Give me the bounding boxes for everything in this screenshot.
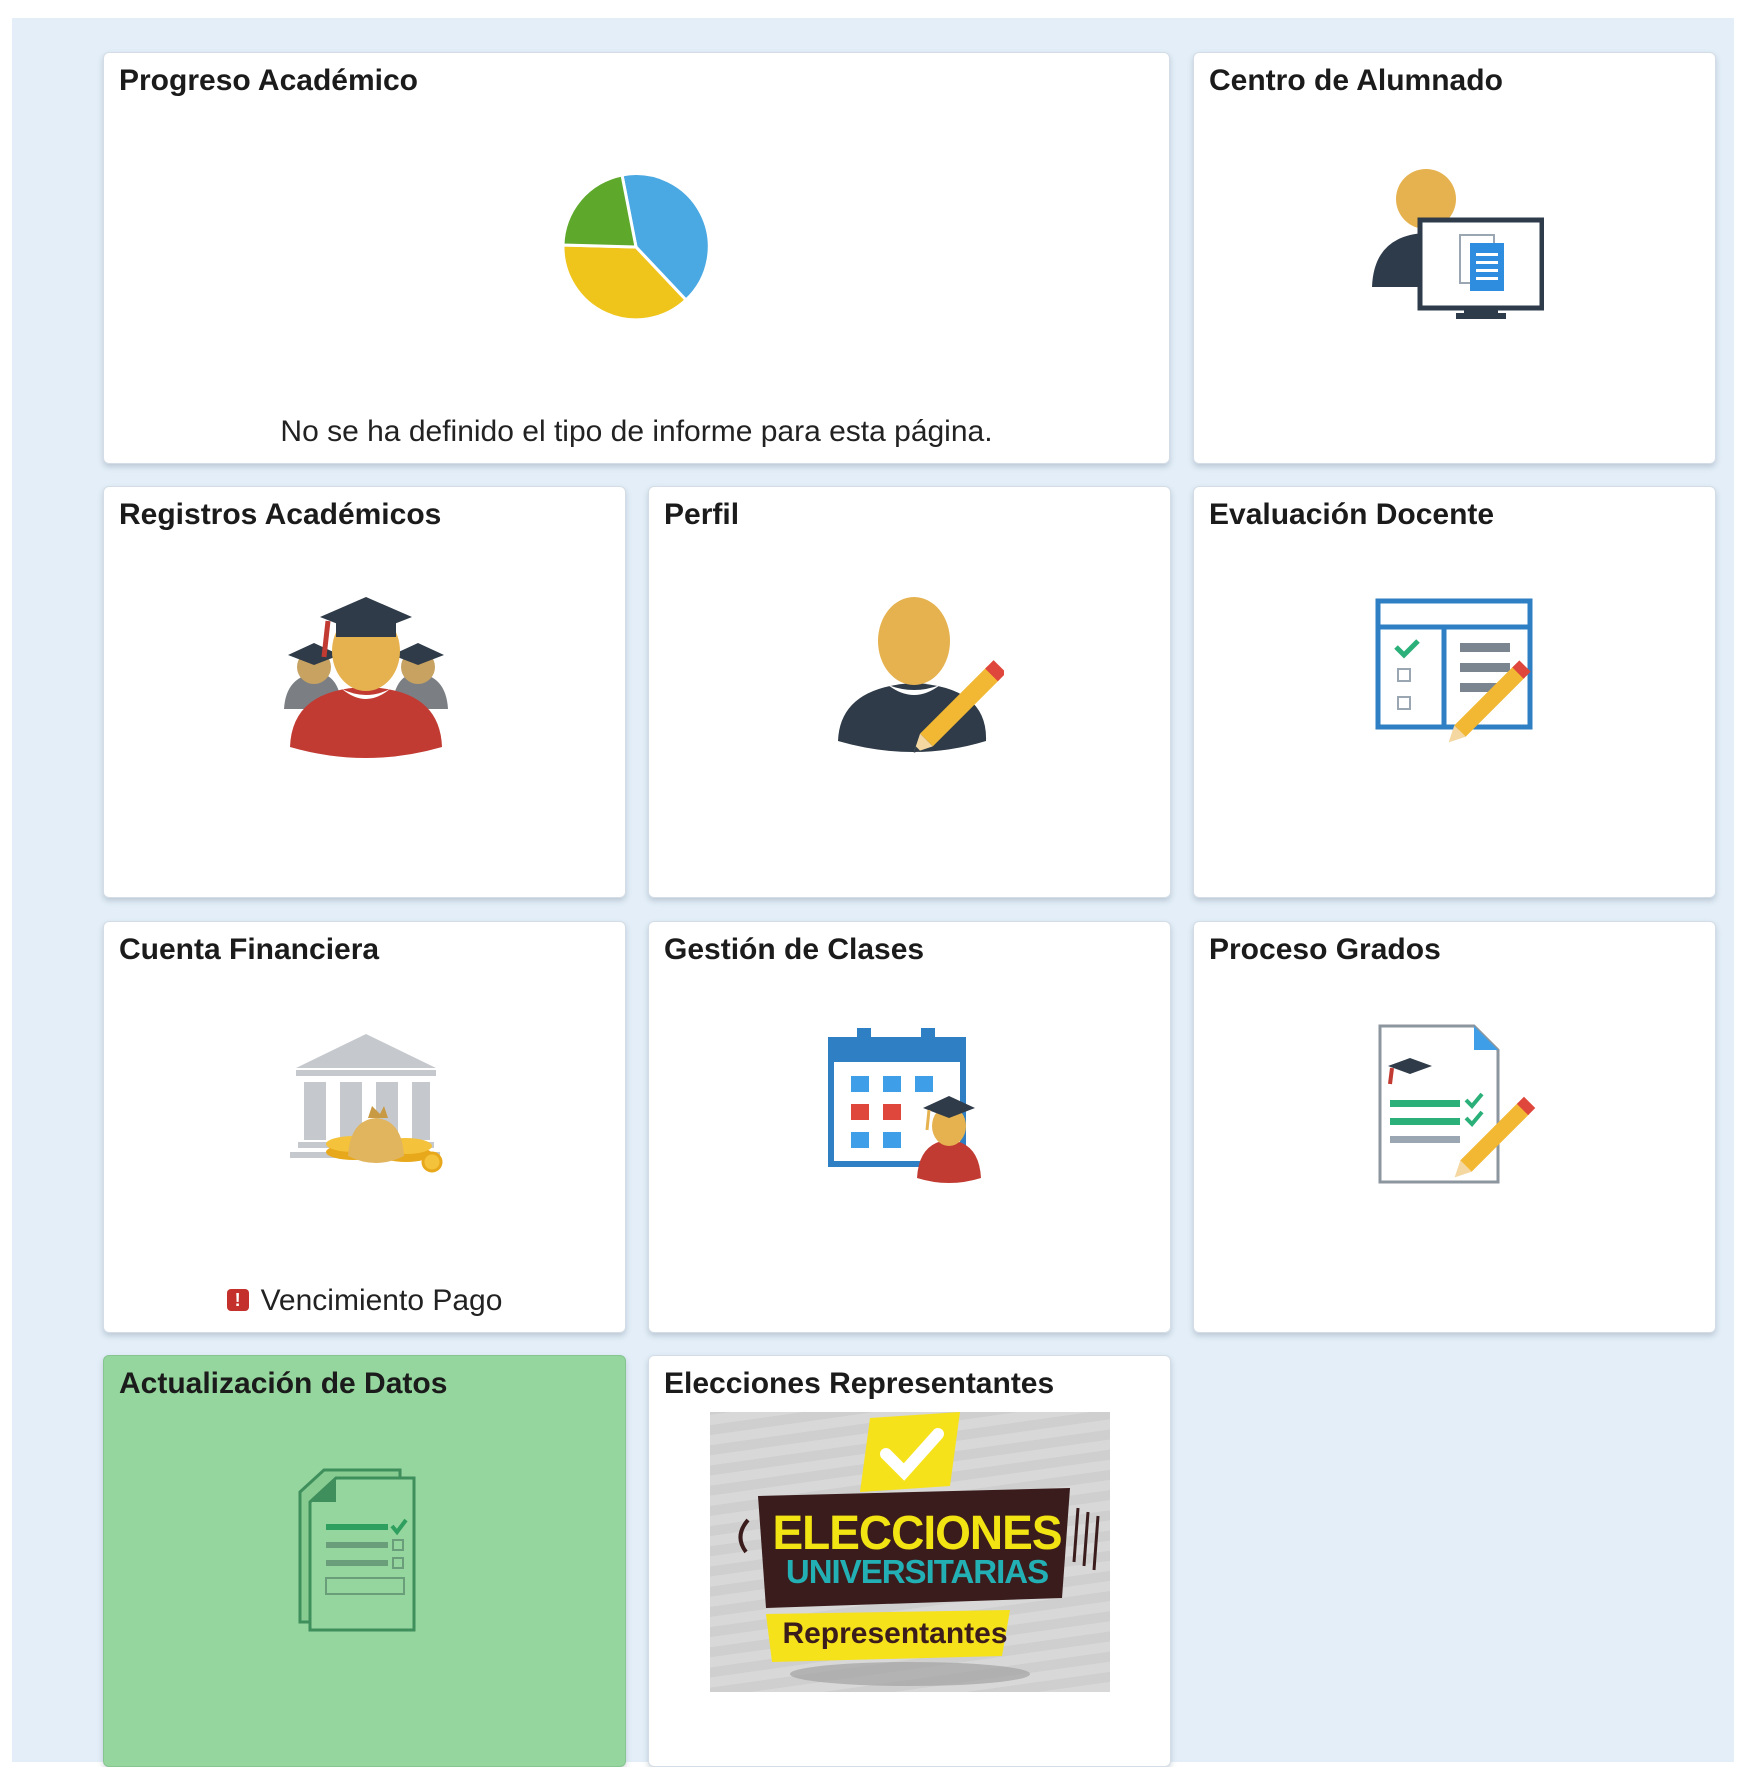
tile-progreso-academico[interactable]: Progreso Académico No se ha definido el … [103,52,1170,464]
tile-perfil[interactable]: Perfil [648,486,1171,898]
student-center-icon [1372,169,1544,319]
bank-icon [290,1034,443,1173]
tile-evaluacion-docente[interactable]: Evaluación Docente [1193,486,1716,898]
tile-gestion-clases[interactable]: Gestión de Clases [648,921,1171,1333]
payment-due-label: Vencimiento Pago [260,1284,503,1317]
tile-registros-academicos[interactable]: Registros Académicos [103,486,626,898]
tile-title: Centro de Alumnado [1209,64,1503,97]
tile-title: Gestión de Clases [664,933,925,966]
banner-line-1: ELECCIONES [772,1504,1062,1560]
tile-title: Evaluación Docente [1209,498,1495,531]
data-update-icon [298,1468,416,1632]
pie-chart-icon [561,172,711,322]
tile-title: Proceso Grados [1209,933,1441,966]
tile-elecciones-representantes[interactable]: Elecciones Representantes ELECCIONES UNI… [648,1355,1171,1767]
tile-title: Perfil [664,498,740,531]
graduation-document-icon [1378,1024,1536,1184]
graduates-icon [284,597,448,758]
tile-title: Cuenta Financiera [119,933,380,966]
tile-title: Registros Académicos [119,498,442,531]
payment-due-notice[interactable]: ! Vencimiento Pago [104,1284,625,1318]
tile-title: Elecciones Representantes [664,1367,1055,1400]
tile-cuenta-financiera[interactable]: Cuenta Financiera ! Vencimiento Pago [103,921,626,1333]
banner-line-2: UNIVERSITARIAS [785,1553,1049,1590]
banner-line-3: Representantes [782,1617,1008,1650]
tile-title: Actualización de Datos [119,1367,448,1400]
evaluation-form-icon [1375,598,1533,743]
profile-edit-icon [838,597,1004,753]
report-status-message: No se ha definido el tipo de informe par… [280,415,993,448]
tile-proceso-grados[interactable]: Proceso Grados [1193,921,1716,1333]
tile-actualizacion-datos[interactable]: Actualización de Datos [103,1355,626,1767]
tile-title: Progreso Académico [119,64,418,97]
class-calendar-icon [828,1028,981,1183]
homepage-dashboard: Progreso Académico No se ha definido el … [12,18,1734,1767]
alert-icon: ! [226,1289,249,1311]
elections-banner-image: ELECCIONES UNIVERSITARIAS Representantes [710,1412,1110,1692]
tile-centro-alumnado[interactable]: Centro de Alumnado [1193,52,1716,464]
